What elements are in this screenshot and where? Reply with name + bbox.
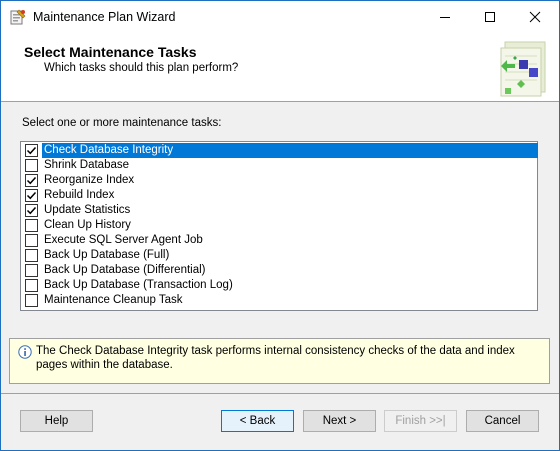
task-item[interactable]: Clean Up History bbox=[22, 218, 538, 233]
task-item[interactable]: Update Statistics bbox=[22, 203, 538, 218]
minimize-button[interactable] bbox=[422, 1, 467, 33]
task-item[interactable]: Shrink Database bbox=[22, 158, 538, 173]
task-label: Execute SQL Server Agent Job bbox=[44, 234, 203, 246]
task-item[interactable]: Back Up Database (Full) bbox=[22, 248, 538, 263]
task-checkbox[interactable] bbox=[25, 249, 38, 262]
task-checkbox[interactable] bbox=[25, 279, 38, 292]
task-list-instruction: Select one or more maintenance tasks: bbox=[22, 117, 222, 129]
task-checkbox[interactable] bbox=[25, 159, 38, 172]
task-checkbox[interactable] bbox=[25, 264, 38, 277]
help-button[interactable]: Help bbox=[20, 410, 93, 432]
wizard-app-icon bbox=[10, 9, 26, 25]
back-button[interactable]: < Back bbox=[221, 410, 294, 432]
task-checkbox[interactable] bbox=[25, 219, 38, 232]
cancel-button[interactable]: Cancel bbox=[466, 410, 539, 432]
next-button[interactable]: Next > bbox=[303, 410, 376, 432]
task-item[interactable]: Reorganize Index bbox=[22, 173, 538, 188]
task-item[interactable]: Check Database Integrity bbox=[22, 143, 538, 158]
maximize-button[interactable] bbox=[467, 1, 512, 33]
info-icon bbox=[18, 345, 32, 359]
task-checkbox[interactable] bbox=[25, 234, 38, 247]
close-button[interactable] bbox=[512, 1, 557, 33]
task-item[interactable]: Rebuild Index bbox=[22, 188, 538, 203]
checkmark-icon bbox=[26, 206, 37, 215]
task-label: Clean Up History bbox=[44, 219, 131, 231]
maintenance-task-list[interactable]: Check Database Integrity Shrink Database… bbox=[20, 141, 538, 311]
task-label: Back Up Database (Differential) bbox=[44, 264, 206, 276]
task-checkbox[interactable] bbox=[25, 189, 38, 202]
page-subtitle: Which tasks should this plan perform? bbox=[44, 62, 239, 74]
title-bar[interactable]: Maintenance Plan Wizard bbox=[1, 1, 559, 33]
minimize-icon bbox=[439, 17, 450, 18]
task-item[interactable]: Maintenance Cleanup Task bbox=[22, 293, 538, 308]
task-label: Rebuild Index bbox=[44, 189, 115, 201]
task-label: Back Up Database (Transaction Log) bbox=[44, 279, 233, 291]
wizard-header: Select Maintenance Tasks Which tasks sho… bbox=[1, 33, 559, 102]
wizard-banner-icon bbox=[491, 38, 551, 100]
task-label: Check Database Integrity bbox=[42, 143, 538, 158]
task-checkbox[interactable] bbox=[25, 204, 38, 217]
window-title: Maintenance Plan Wizard bbox=[33, 10, 176, 24]
task-description-text: The Check Database Integrity task perfor… bbox=[36, 345, 515, 371]
wizard-window: Maintenance Plan Wizard Select Maintenan… bbox=[0, 0, 560, 451]
close-icon bbox=[529, 11, 540, 23]
task-item[interactable]: Back Up Database (Transaction Log) bbox=[22, 278, 538, 293]
task-label: Shrink Database bbox=[44, 159, 130, 171]
page-title: Select Maintenance Tasks bbox=[24, 44, 197, 60]
checkmark-icon bbox=[26, 176, 37, 185]
checkmark-icon bbox=[26, 146, 37, 155]
task-label: Reorganize Index bbox=[44, 174, 135, 186]
task-item[interactable]: Back Up Database (Differential) bbox=[22, 263, 538, 278]
footer-divider bbox=[1, 393, 559, 394]
checkmark-icon bbox=[26, 191, 37, 200]
finish-button[interactable]: Finish >>| bbox=[384, 410, 457, 432]
task-label: Maintenance Cleanup Task bbox=[44, 294, 183, 306]
task-checkbox[interactable] bbox=[25, 144, 38, 157]
task-label: Update Statistics bbox=[44, 204, 131, 216]
task-item[interactable]: Execute SQL Server Agent Job bbox=[22, 233, 538, 248]
maximize-icon bbox=[484, 12, 495, 22]
task-checkbox[interactable] bbox=[25, 174, 38, 187]
task-label: Back Up Database (Full) bbox=[44, 249, 170, 261]
task-description-panel: The Check Database Integrity task perfor… bbox=[9, 338, 550, 384]
task-checkbox[interactable] bbox=[25, 294, 38, 307]
